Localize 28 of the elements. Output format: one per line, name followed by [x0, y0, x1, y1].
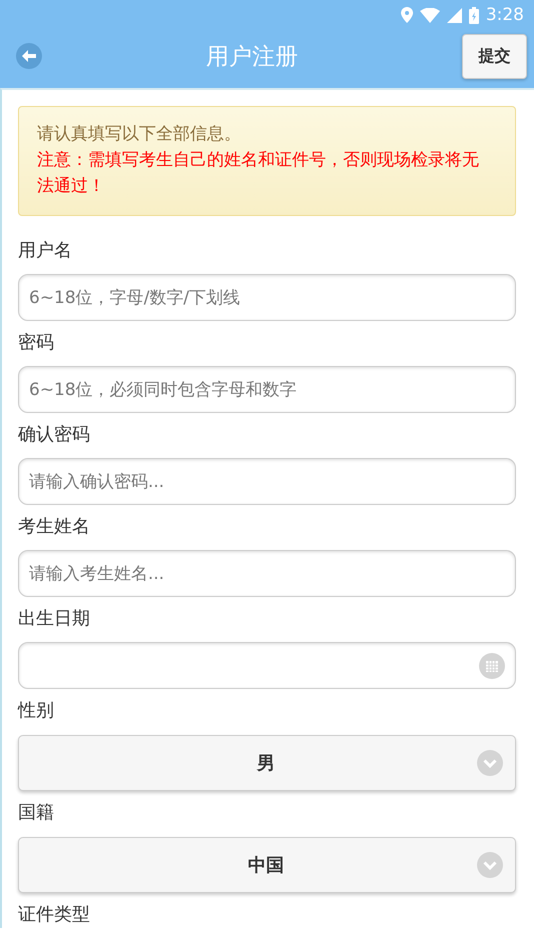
- calendar-icon: [479, 652, 505, 678]
- field-label: 出生日期: [18, 607, 90, 631]
- field-label: 性别: [18, 699, 54, 723]
- input-field[interactable]: 6~18位，必须同时包含字母和数字: [18, 366, 516, 413]
- field-label: 国籍: [18, 801, 54, 825]
- field-label: 证件类型: [18, 903, 90, 927]
- chevron-down-icon: [477, 852, 503, 878]
- field-label: 密码: [18, 331, 54, 355]
- field-label: 用户名: [18, 239, 72, 263]
- back-icon[interactable]: [16, 43, 42, 69]
- notice-text: 请认真填写以下全部信息。: [37, 123, 242, 146]
- wifi-icon: [420, 8, 440, 22]
- location-icon: [400, 7, 413, 23]
- warning-text: 注意：需填写考生自己的姓名和证件号，否则现场检录将无法通过！: [37, 149, 480, 198]
- chevron-down-icon: [477, 750, 503, 776]
- submit-button[interactable]: 提交: [462, 34, 527, 78]
- input-field[interactable]: 请输入考生姓名...: [18, 550, 516, 597]
- field-label: 确认密码: [18, 423, 90, 447]
- battery-icon: [468, 6, 479, 24]
- select-field[interactable]: 中国: [18, 837, 516, 893]
- signal-icon: [446, 8, 462, 22]
- select-field[interactable]: 男: [18, 735, 516, 791]
- status-time: 3:28: [486, 5, 524, 25]
- page-title: 用户注册: [206, 42, 298, 72]
- input-field[interactable]: 请输入确认密码...: [18, 458, 516, 505]
- date-field[interactable]: [18, 642, 516, 689]
- field-label: 考生姓名: [18, 515, 90, 539]
- input-field[interactable]: 6~18位，字母/数字/下划线: [18, 274, 516, 321]
